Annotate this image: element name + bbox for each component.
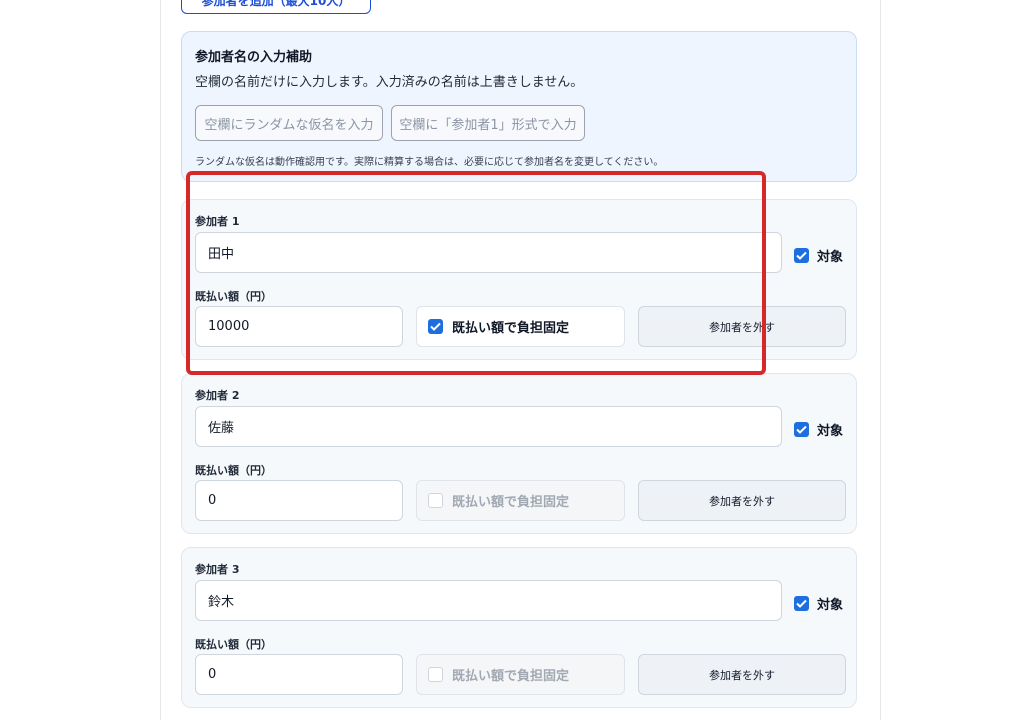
name-input-helper-panel: 参加者名の入力補助 空欄の名前だけに入力します。入力済みの名前は上書きしません。… [181,31,857,182]
target-label: 対象 [817,424,844,439]
target-checkbox[interactable] [794,422,809,437]
check-icon [796,599,807,608]
numbered-name-button[interactable]: 空欄に「参加者1」形式で入力 [391,105,585,141]
target-label: 対象 [817,250,844,265]
participant-card: 参加者 1 田中 対象 既払い額（円） 10000 既払い額で負担固定 参加者を… [181,199,857,360]
check-icon [796,425,807,434]
remove-participant-button[interactable]: 参加者を外す [638,480,846,521]
paid-amount-label: 既払い額（円） [195,638,272,651]
participant-label: 参加者 2 [195,389,240,402]
paid-amount-input[interactable]: 10000 [195,306,403,347]
participant-name-input[interactable]: 佐藤 [195,406,782,447]
fixed-burden-checkbox[interactable] [428,319,443,334]
participant-label: 参加者 3 [195,563,240,576]
participant-card: 参加者 3 鈴木 対象 既払い額（円） 0 既払い額で負担固定 参加者を外す [181,547,857,708]
target-toggle[interactable]: 対象 [794,594,843,613]
helper-description: 空欄の名前だけに入力します。入力済みの名前は上書きしません。 [195,75,584,90]
check-icon [796,251,807,260]
fixed-burden-label: 既払い額で負担固定 [452,321,570,336]
target-toggle[interactable]: 対象 [794,246,843,265]
remove-participant-button[interactable]: 参加者を外す [638,306,846,347]
helper-title: 参加者名の入力補助 [195,50,313,65]
target-toggle[interactable]: 対象 [794,420,843,439]
fixed-burden-checkbox [428,667,443,682]
remove-participant-button[interactable]: 参加者を外す [638,654,846,695]
random-name-button[interactable]: 空欄にランダムな仮名を入力 [195,105,383,141]
fixed-burden-toggle: 既払い額で負担固定 [416,654,625,695]
participant-card: 参加者 2 佐藤 対象 既払い額（円） 0 既払い額で負担固定 参加者を外す [181,373,857,534]
fixed-burden-checkbox [428,493,443,508]
participant-name-input[interactable]: 田中 [195,232,782,273]
target-label: 対象 [817,598,844,613]
fixed-burden-label: 既払い額で負担固定 [452,669,570,684]
paid-amount-input[interactable]: 0 [195,480,403,521]
target-checkbox[interactable] [794,248,809,263]
fixed-burden-label: 既払い額で負担固定 [452,495,570,510]
fixed-burden-toggle: 既払い額で負担固定 [416,480,625,521]
paid-amount-label: 既払い額（円） [195,290,272,303]
participant-label: 参加者 1 [195,215,240,228]
participant-name-input[interactable]: 鈴木 [195,580,782,621]
paid-amount-label: 既払い額（円） [195,464,272,477]
check-icon [430,322,441,331]
paid-amount-input[interactable]: 0 [195,654,403,695]
target-checkbox[interactable] [794,596,809,611]
helper-note: ランダムな仮名は動作確認用です。実際に精算する場合は、必要に応じて参加者名を変更… [195,157,664,168]
add-participant-button[interactable]: 参加者を追加（最大10人） [181,0,371,14]
fixed-burden-toggle[interactable]: 既払い額で負担固定 [416,306,625,347]
